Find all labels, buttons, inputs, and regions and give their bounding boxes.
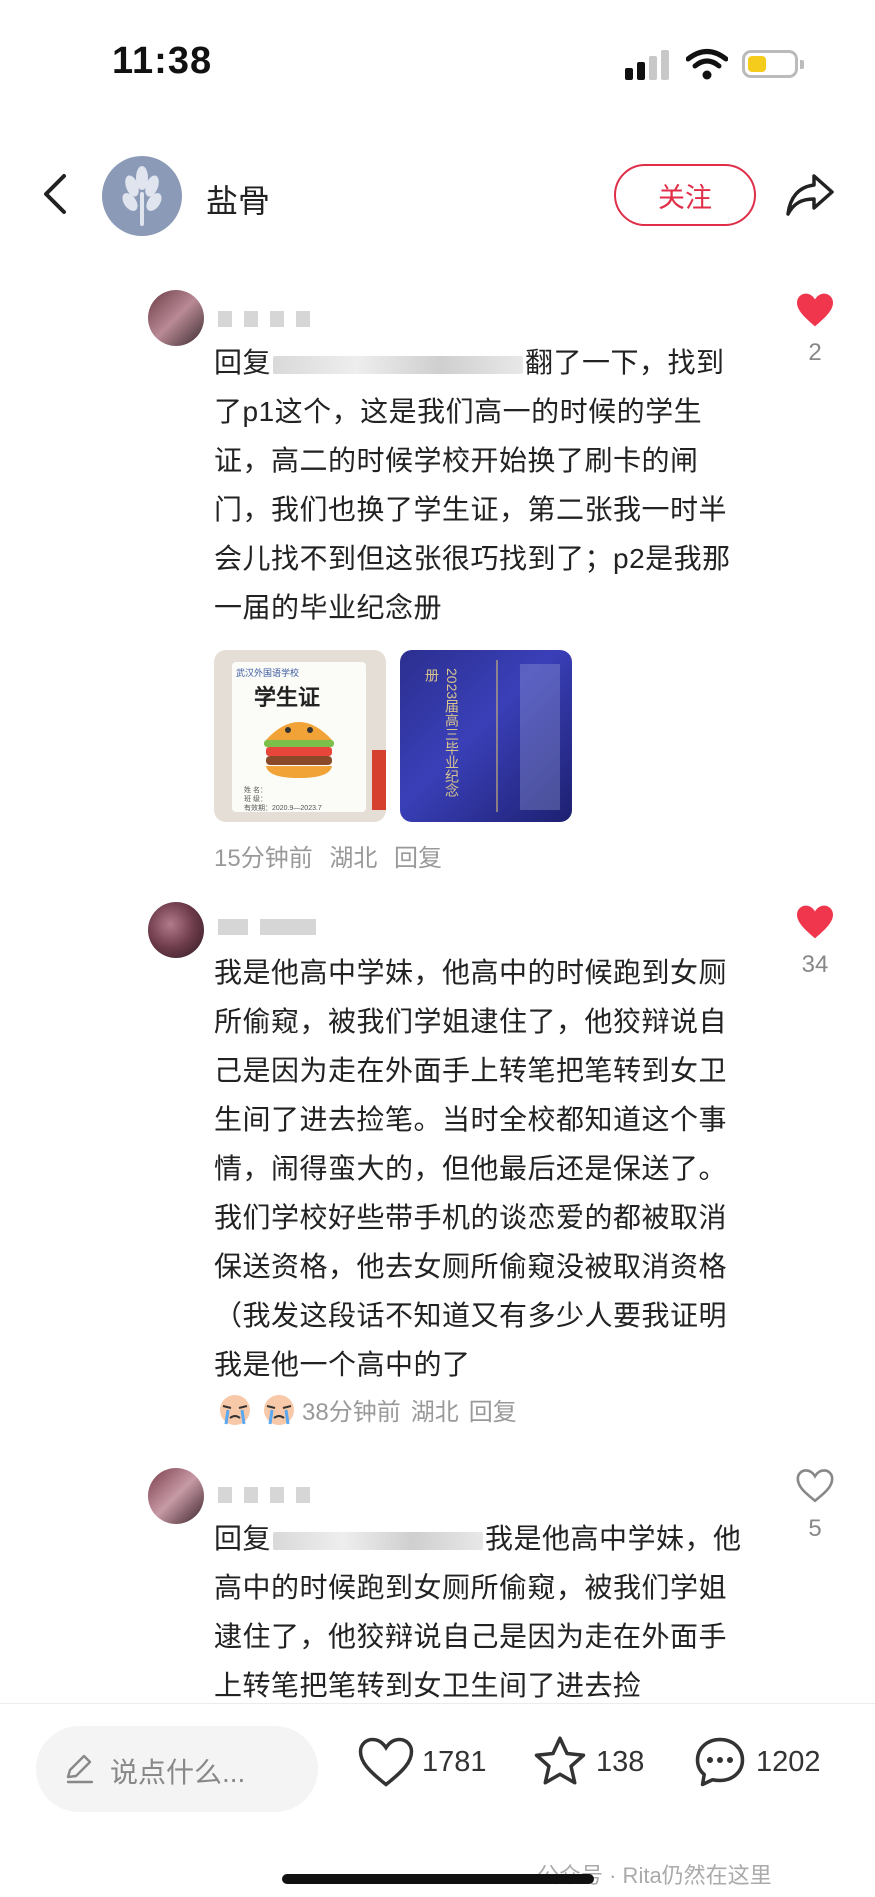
wifi-icon <box>686 49 728 80</box>
comment-input[interactable]: 说点什么... <box>36 1726 318 1812</box>
comment-count: 1202 <box>756 1745 821 1778</box>
reply-link[interactable]: 回复 <box>469 1392 517 1427</box>
like-button[interactable]: 1781 <box>356 1730 487 1794</box>
status-bar: 11:38 <box>0 0 875 120</box>
image-yearbook[interactable]: 2023届高三毕业纪念册 <box>400 650 572 822</box>
comment-text[interactable]: 回复 翻了一下，找到了p1这个，这是我们高一的时候的学生证，高二的时候学校开始换了… <box>214 338 746 632</box>
commenter-name-blurred[interactable] <box>218 918 378 942</box>
comment-like[interactable]: 5 <box>792 1468 838 1543</box>
chat-bubble-icon <box>695 1737 745 1787</box>
card-title: 学生证 <box>254 685 321 710</box>
redacted-username <box>273 1531 484 1550</box>
status-time: 11:38 <box>112 40 213 82</box>
comment-meta: 38分钟前 湖北 回复 <box>214 1390 527 1428</box>
commenter-avatar[interactable] <box>148 1468 204 1524</box>
like-count: 34 <box>801 951 829 978</box>
favorite-count: 138 <box>596 1745 645 1778</box>
comment-location: 湖北 <box>329 845 378 872</box>
heart-filled-icon[interactable] <box>795 292 835 328</box>
yearbook-title: 2023届高三毕业纪念册 <box>424 668 460 798</box>
comment-body: 翻了一下，找到了p1这个，这是我们高一的时候的学生证，高二的时候学校开始换了刷卡… <box>214 347 731 623</box>
reply-link[interactable]: 回复 <box>394 845 442 872</box>
commenter-avatar[interactable] <box>148 290 204 346</box>
follow-button[interactable]: 关注 <box>614 164 756 226</box>
author-name[interactable]: 盐骨 <box>206 176 270 222</box>
like-count: 5 <box>808 1515 822 1542</box>
commenter-avatar[interactable] <box>148 902 204 958</box>
comments-button[interactable]: 1202 <box>690 1730 821 1794</box>
image-student-card[interactable]: 武汉外国语学校 学生证 姓 名： 班 级： 有效期：2020.9—2023.7 <box>214 650 386 822</box>
crying-emoji-icon <box>264 1395 294 1425</box>
school-name: 武汉外国语学校 <box>236 668 300 678</box>
heart-outline-icon <box>358 1737 414 1787</box>
wheat-icon <box>122 166 162 226</box>
comment-body: 我是他高中学妹，他高中的时候跑到女厕所偷窥，被我们学姐逮住了，他狡辩说自己是因为… <box>214 957 728 1380</box>
comment-time: 38分钟前 <box>302 1398 401 1426</box>
cellular-signal-icon <box>625 50 671 80</box>
bottom-action-bar: 说点什么... 1781 138 1202 公众号 · Rita仍然在这里 <box>0 1703 875 1897</box>
favorite-button[interactable]: 138 <box>530 1730 644 1794</box>
comment-body: 我是他高中学妹，他高中的时候跑到女厕所偷窥，被我们学姐逮住了，他狡辩说自己是因为… <box>214 1523 742 1701</box>
comment-images: 武汉外国语学校 学生证 姓 名： 班 级： 有效期：2020.9—2023.7 … <box>214 650 574 822</box>
crying-emoji-icon <box>220 1395 250 1425</box>
share-icon[interactable] <box>784 170 836 218</box>
comment-text[interactable]: 回复 我是他高中学妹，他高中的时候跑到女厕所偷窥，被我们学姐逮住了，他狡辩说自己是… <box>214 1514 746 1710</box>
like-count: 2 <box>808 339 822 366</box>
post-header: 盐骨 关注 <box>0 150 875 240</box>
author-avatar[interactable] <box>102 156 182 236</box>
heart-outline-icon[interactable] <box>795 1468 835 1504</box>
battery-icon <box>742 50 804 78</box>
comment-like[interactable]: 2 <box>792 292 838 367</box>
back-arrow-icon[interactable] <box>40 172 70 216</box>
card-fields: 姓 名： 班 级： 有效期：2020.9—2023.7 <box>244 787 322 812</box>
comment-input-placeholder: 说点什么... <box>110 1757 246 1788</box>
reply-prefix: 回复 <box>214 347 272 378</box>
comment-location: 湖北 <box>410 1398 459 1426</box>
burger-sticker-icon <box>264 722 334 778</box>
pen-icon <box>66 1754 94 1784</box>
commenter-name-blurred[interactable] <box>218 1486 378 1510</box>
comment-meta: 15分钟前 湖北 回复 <box>214 838 452 873</box>
home-indicator[interactable] <box>282 1874 594 1884</box>
comment-like[interactable]: 34 <box>792 904 838 979</box>
star-outline-icon <box>534 1736 586 1785</box>
reply-prefix: 回复 <box>214 1523 272 1554</box>
heart-filled-icon[interactable] <box>795 904 835 940</box>
like-count-total: 1781 <box>422 1745 487 1778</box>
redacted-username <box>273 355 524 374</box>
commenter-name-blurred[interactable] <box>218 310 378 334</box>
comment-time: 15分钟前 <box>214 845 313 872</box>
comment-text[interactable]: 我是他高中学妹，他高中的时候跑到女厕所偷窥，被我们学姐逮住了，他狡辩说自己是因为… <box>214 948 746 1389</box>
